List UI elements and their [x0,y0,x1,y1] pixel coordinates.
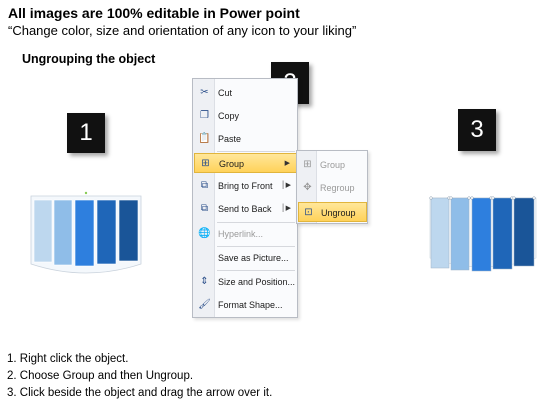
bar-3 [471,197,492,272]
ungroup-icon: ⊡ [304,207,313,218]
menu-item-paste[interactable]: 📋 Paste [194,129,297,149]
menu-item-group[interactable]: ⊞ Group ▶ [194,153,297,173]
bar-3 [74,199,95,267]
grouped-bars-object[interactable] [30,190,142,280]
menu-item-label: Send to Back [218,204,272,214]
scissors-icon: ✂ [200,87,209,98]
ungrouped-bars-object[interactable] [428,192,538,274]
submenu-arrow-icon: ▶ [284,160,290,167]
submenu-item-label: Ungroup [321,208,356,218]
menu-separator [217,151,295,152]
menu-item-label: Size and Position... [218,277,296,287]
instruction-steps: 1. Right click the object. 2. Choose Gro… [7,351,272,402]
step-badge-1: 1 [67,113,105,153]
step-3-text: 3. Click beside the object and drag the … [7,387,273,399]
copy-icon: ❐ [200,110,209,121]
menu-item-label: Cut [218,88,233,98]
bar-4 [492,197,513,270]
bar-4 [96,199,117,265]
menu-item-cut[interactable]: ✂ Cut [194,83,297,103]
submenu-item-group[interactable]: ⊞ Group [298,155,367,175]
context-menu: ✂ Cut ❐ Copy 📋 Paste ⊞ Group ▶ ⧉ Bring t… [192,78,298,318]
paste-icon: 📋 [198,133,211,144]
menu-item-label: Format Shape... [218,300,283,310]
hyperlink-icon: 🌐 [198,228,211,239]
menu-separator [217,246,295,247]
submenu-item-label: Regroup [320,183,355,193]
menu-item-hyperlink[interactable]: 🌐 Hyperlink... [194,224,297,244]
menu-item-label: Save as Picture... [218,253,289,263]
size-position-icon: ⇕ [200,276,209,287]
bar-2 [53,199,73,266]
menu-item-label: Bring to Front [218,181,273,191]
submenu-arrow-icon: │▶ [281,182,291,189]
header-title: All images are 100% editable in Power po… [8,5,300,21]
menu-item-label: Copy [218,111,240,121]
bring-front-icon: ⧉ [200,180,209,191]
menu-separator [217,222,295,223]
group-icon: ⊞ [303,159,312,170]
submenu-item-regroup[interactable]: ✥ Regroup [298,178,367,198]
bar-1 [430,197,450,269]
step-1-text: 1. Right click the object. [7,353,129,365]
menu-item-label: Hyperlink... [218,229,264,239]
bar-5 [118,199,139,262]
submenu-arrow-icon: │▶ [281,205,291,212]
bar-5 [513,197,535,267]
menu-item-bring-to-front[interactable]: ⧉ Bring to Front │▶ [194,176,297,196]
submenu-item-ungroup[interactable]: ⊡ Ungroup [298,202,367,222]
regroup-icon: ✥ [303,182,312,193]
menu-item-send-to-back[interactable]: ⧉ Send to Back │▶ [194,199,297,219]
send-back-icon: ⧉ [200,203,209,214]
menu-item-format-shape[interactable]: 🖌 Format Shape... [194,295,297,315]
submenu-item-label: Group [320,160,346,170]
menu-item-label: Paste [218,134,242,144]
menu-item-size-and-position[interactable]: ⇕ Size and Position... [194,272,297,292]
step-badge-3: 3 [458,109,496,151]
group-icon: ⊞ [201,158,210,169]
format-shape-icon: 🖌 [198,299,211,310]
menu-separator [217,270,295,271]
section-title: Ungrouping the object [22,52,156,66]
bar-1 [33,199,53,263]
step-2-text: 2. Choose Group and then Ungroup. [7,370,194,382]
menu-item-label: Group [219,159,245,169]
header-subtitle: “Change color, size and orientation of a… [8,23,357,38]
bar-2 [450,197,470,271]
group-submenu: ⊞ Group ✥ Regroup ⊡ Ungroup [296,150,368,224]
menu-item-save-as-picture[interactable]: Save as Picture... [194,248,297,268]
menu-item-copy[interactable]: ❐ Copy [194,106,297,126]
